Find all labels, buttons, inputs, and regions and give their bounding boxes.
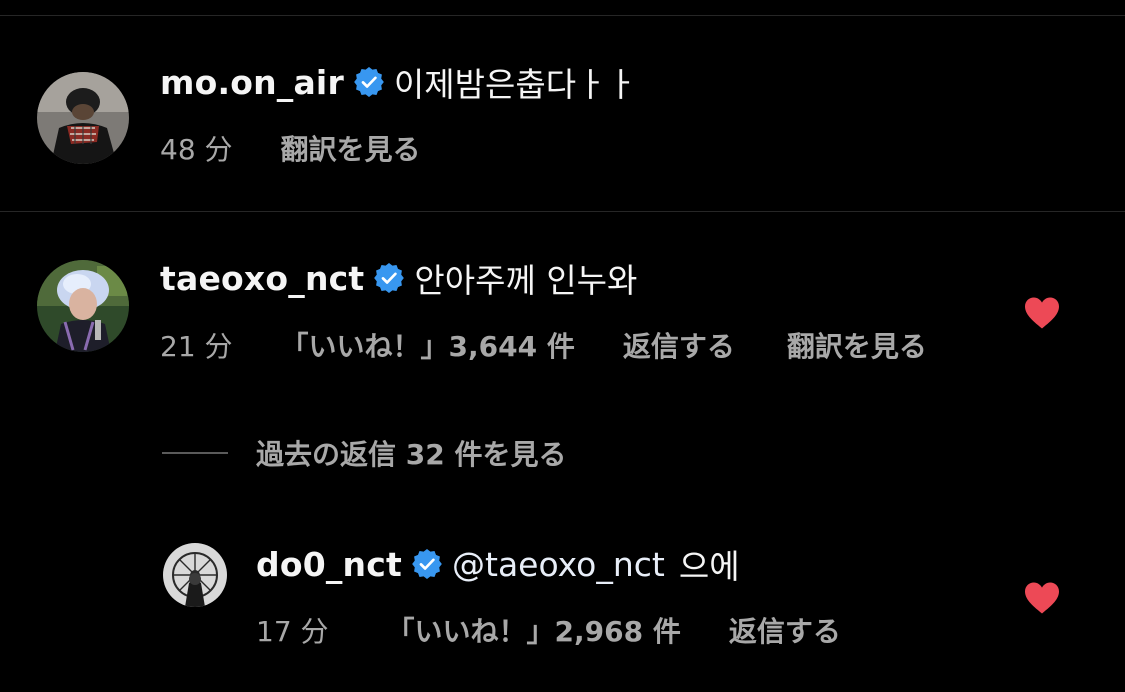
- comment-2-likes[interactable]: 「いいね！」3,644 件: [281, 325, 575, 365]
- comment-1-line: mo.on_air 이제밤은춥다ㅏㅏ: [160, 60, 637, 105]
- verified-badge-icon: [374, 263, 405, 293]
- reply-text: 으에: [678, 547, 740, 586]
- comment-1-meta: 48 分 翻訳を見る: [160, 128, 421, 168]
- comment-1-username[interactable]: mo.on_air: [160, 63, 344, 102]
- comment-2-reply-button[interactable]: 返信する: [623, 325, 735, 365]
- reply-meta: 17 分 「いいね！」2,968 件 返信する: [256, 610, 841, 650]
- heart-filled-icon[interactable]: [1023, 296, 1061, 330]
- avatar-mo-on-air[interactable]: [37, 72, 129, 164]
- comment-2-text: 안아주께 인누와: [414, 261, 638, 300]
- comment-1-translate-button[interactable]: 翻訳を見る: [281, 128, 421, 168]
- reply-line: do0_nct @taeoxo_nct 으에: [256, 542, 740, 587]
- reply-username[interactable]: do0_nct: [256, 545, 402, 584]
- comments-screen: mo.on_air 이제밤은춥다ㅏㅏ 48 分 翻訳を見る taeoxo_nct…: [0, 0, 1125, 692]
- divider-top: [0, 15, 1125, 16]
- comment-2-meta: 21 分 「いいね！」3,644 件 返信する 翻訳を見る: [160, 325, 927, 365]
- heart-filled-icon[interactable]: [1023, 581, 1061, 615]
- view-replies-label: 過去の返信 32 件を見る: [256, 438, 567, 471]
- verified-badge-icon: [412, 549, 442, 579]
- comment-2-time: 21 分: [160, 330, 233, 363]
- comment-2-translate-button[interactable]: 翻訳を見る: [787, 325, 927, 365]
- comment-1-text: 이제밤은춥다ㅏㅏ: [393, 65, 637, 104]
- reply-time: 17 分: [256, 615, 329, 648]
- comment-2-line: taeoxo_nct 안아주께 인누와: [160, 256, 638, 301]
- reply-mention-link[interactable]: @taeoxo_nct: [452, 545, 665, 584]
- comment-2-username[interactable]: taeoxo_nct: [160, 259, 364, 298]
- divider-middle: [0, 211, 1125, 212]
- comment-1-time: 48 分: [160, 133, 233, 166]
- reply-reply-button[interactable]: 返信する: [729, 610, 841, 650]
- verified-badge-icon: [354, 67, 384, 97]
- view-replies-button[interactable]: 過去の返信 32 件を見る: [162, 433, 566, 473]
- avatar-taeoxo-nct[interactable]: [37, 260, 129, 352]
- replies-rule: [162, 452, 228, 454]
- avatar-do0-nct[interactable]: [163, 543, 227, 607]
- reply-likes[interactable]: 「いいね！」2,968 件: [387, 610, 681, 650]
